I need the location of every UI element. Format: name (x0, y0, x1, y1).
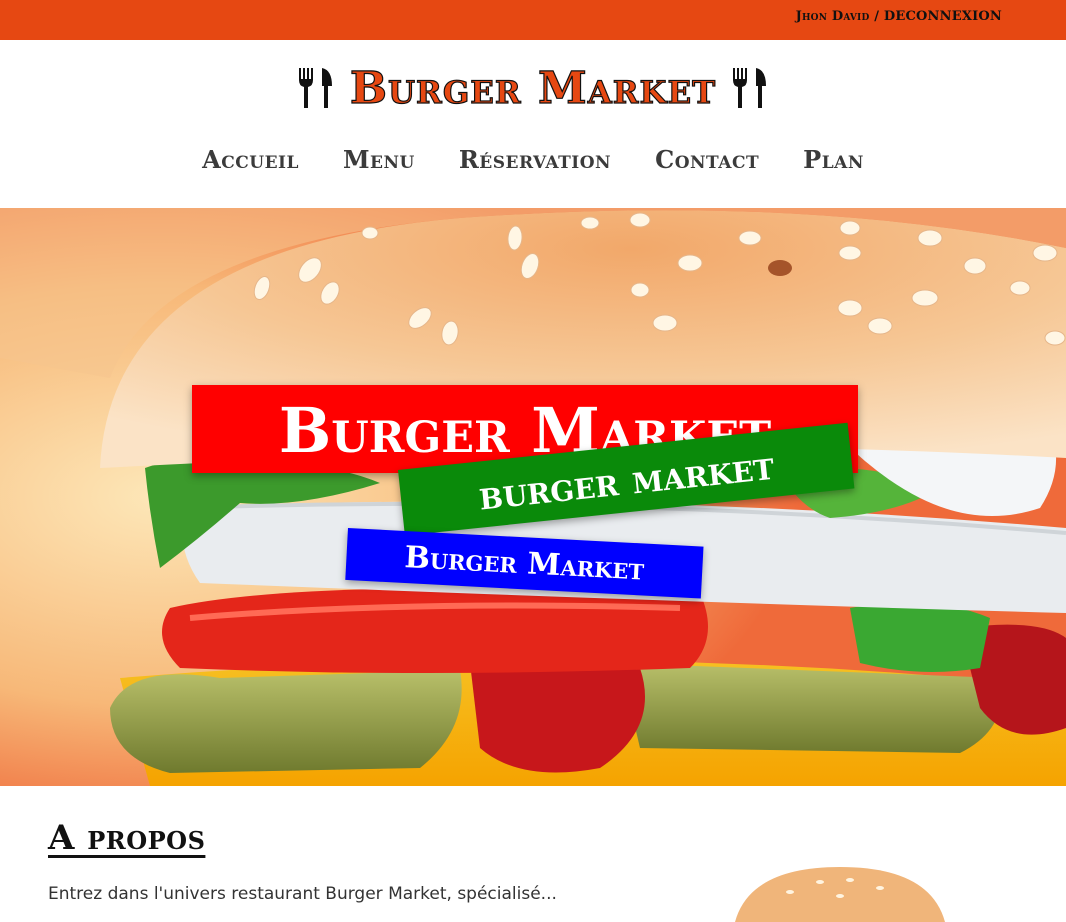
user-links: Jhon David / DECONNEXION (796, 9, 1002, 24)
about-text: Entrez dans l'univers restaurant Burger … (48, 884, 557, 904)
nav-reservation[interactable]: Réservation (459, 145, 611, 174)
nav-menu[interactable]: Menu (343, 145, 415, 174)
logo-text: Burger Market (349, 62, 717, 114)
cutlery-icon (733, 68, 767, 108)
about-title: A propos (48, 818, 206, 858)
about-burger-image (735, 867, 945, 922)
site-logo[interactable]: Burger Market (0, 58, 1066, 118)
nav-plan[interactable]: Plan (803, 145, 864, 174)
main-nav: Accueil Menu Réservation Contact Plan (0, 145, 1066, 174)
nav-accueil[interactable]: Accueil (202, 145, 299, 174)
logout-link[interactable]: DECONNEXION (884, 9, 1002, 24)
user-links-separator: / (869, 9, 884, 24)
user-name-link[interactable]: Jhon David (796, 9, 870, 24)
cutlery-icon (298, 68, 332, 108)
top-bar: Jhon David / DECONNEXION (0, 0, 1066, 40)
hero-section: Burger Market burger market Burger Marke… (0, 208, 1066, 786)
nav-contact[interactable]: Contact (655, 145, 759, 174)
